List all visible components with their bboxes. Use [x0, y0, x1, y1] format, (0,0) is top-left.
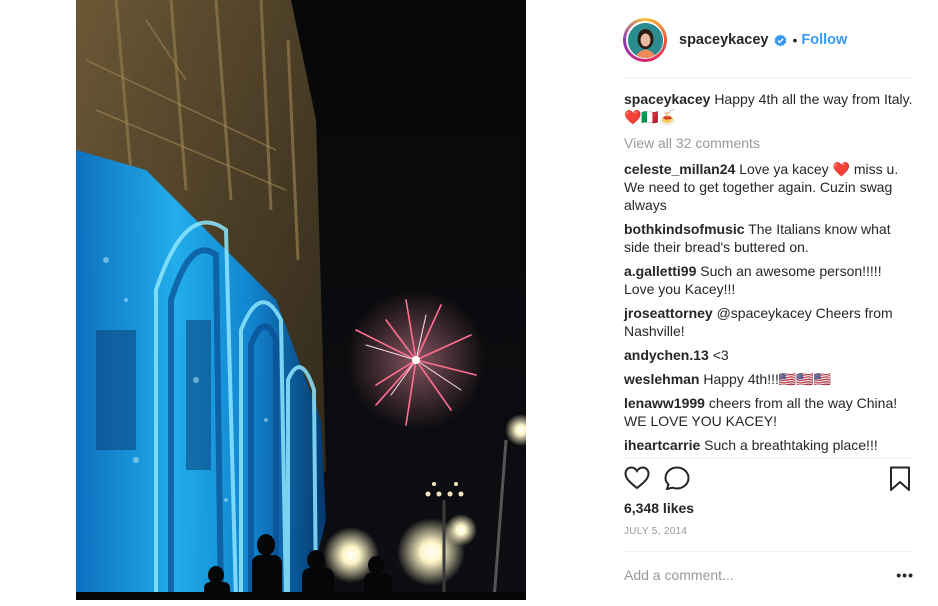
comment-item: lenaww1999 cheers from all the way China…	[624, 394, 914, 430]
view-all-comments-link[interactable]: View all 32 comments	[624, 134, 914, 152]
add-comment-bar: Add a comment... •••	[624, 565, 914, 585]
header-divider	[624, 77, 912, 78]
comment-username[interactable]: lenaww1999	[624, 395, 705, 411]
comments-list: spaceykacey Happy 4th all the way from I…	[624, 90, 914, 460]
comment-text: Such a breathtaking place!!!	[704, 437, 878, 453]
heart-icon[interactable]	[624, 466, 650, 495]
comment-username[interactable]: celeste_millan24	[624, 161, 735, 177]
actions-divider	[624, 458, 912, 459]
speech-bubble-icon[interactable]	[664, 466, 690, 495]
comment-username[interactable]: andychen.13	[624, 347, 709, 363]
comment-item: weslehman Happy 4th!!!🇺🇸🇺🇸🇺🇸	[624, 370, 914, 388]
separator-dot: •	[792, 32, 798, 48]
comment-item: bothkindsofmusic The Italians know what …	[624, 220, 914, 256]
username-link[interactable]: spaceykacey	[679, 32, 769, 48]
avatar-image	[627, 22, 663, 58]
more-options-icon[interactable]: •••	[896, 567, 914, 583]
likes-count[interactable]: 6,348 likes	[624, 500, 694, 516]
comment-username[interactable]: bothkindsofmusic	[624, 221, 745, 237]
comment-username[interactable]: weslehman	[624, 371, 699, 387]
comment-text: <3	[712, 347, 729, 363]
comment-divider	[624, 551, 912, 552]
caption-username[interactable]: spaceykacey	[624, 91, 710, 107]
comment-text: Happy 4th!!!🇺🇸🇺🇸🇺🇸	[703, 371, 832, 387]
post-header: spaceykacey • Follow	[610, 13, 910, 67]
action-bar	[624, 466, 914, 494]
verified-badge-icon	[774, 34, 787, 47]
comment-username[interactable]: a.galletti99	[624, 263, 696, 279]
comment-username[interactable]: jroseattorney	[624, 305, 713, 321]
comment-item: andychen.13 <3	[624, 346, 914, 364]
post-photo[interactable]	[76, 0, 526, 600]
comment-item: a.galletti99 Such an awesome person!!!!!…	[624, 262, 914, 298]
comment-username[interactable]: iheartcarrie	[624, 437, 700, 453]
post-date: JULY 5, 2014	[624, 526, 688, 537]
bookmark-icon[interactable]	[889, 466, 911, 497]
add-comment-input[interactable]: Add a comment...	[624, 567, 896, 583]
post-sidebar: spaceykacey • Follow spaceykacey Happy 4…	[610, 0, 915, 606]
follow-button[interactable]: Follow	[801, 32, 847, 48]
comment-item: jroseattorney @spaceykacey Cheers from N…	[624, 304, 914, 340]
comment-item: iheartcarrie Such a breathtaking place!!…	[624, 436, 914, 454]
avatar[interactable]	[623, 18, 667, 62]
comment-item: celeste_millan24 Love ya kacey ❤️ miss u…	[624, 160, 914, 214]
photo-cathedral-fireworks	[76, 0, 526, 600]
caption: spaceykacey Happy 4th all the way from I…	[624, 90, 914, 126]
